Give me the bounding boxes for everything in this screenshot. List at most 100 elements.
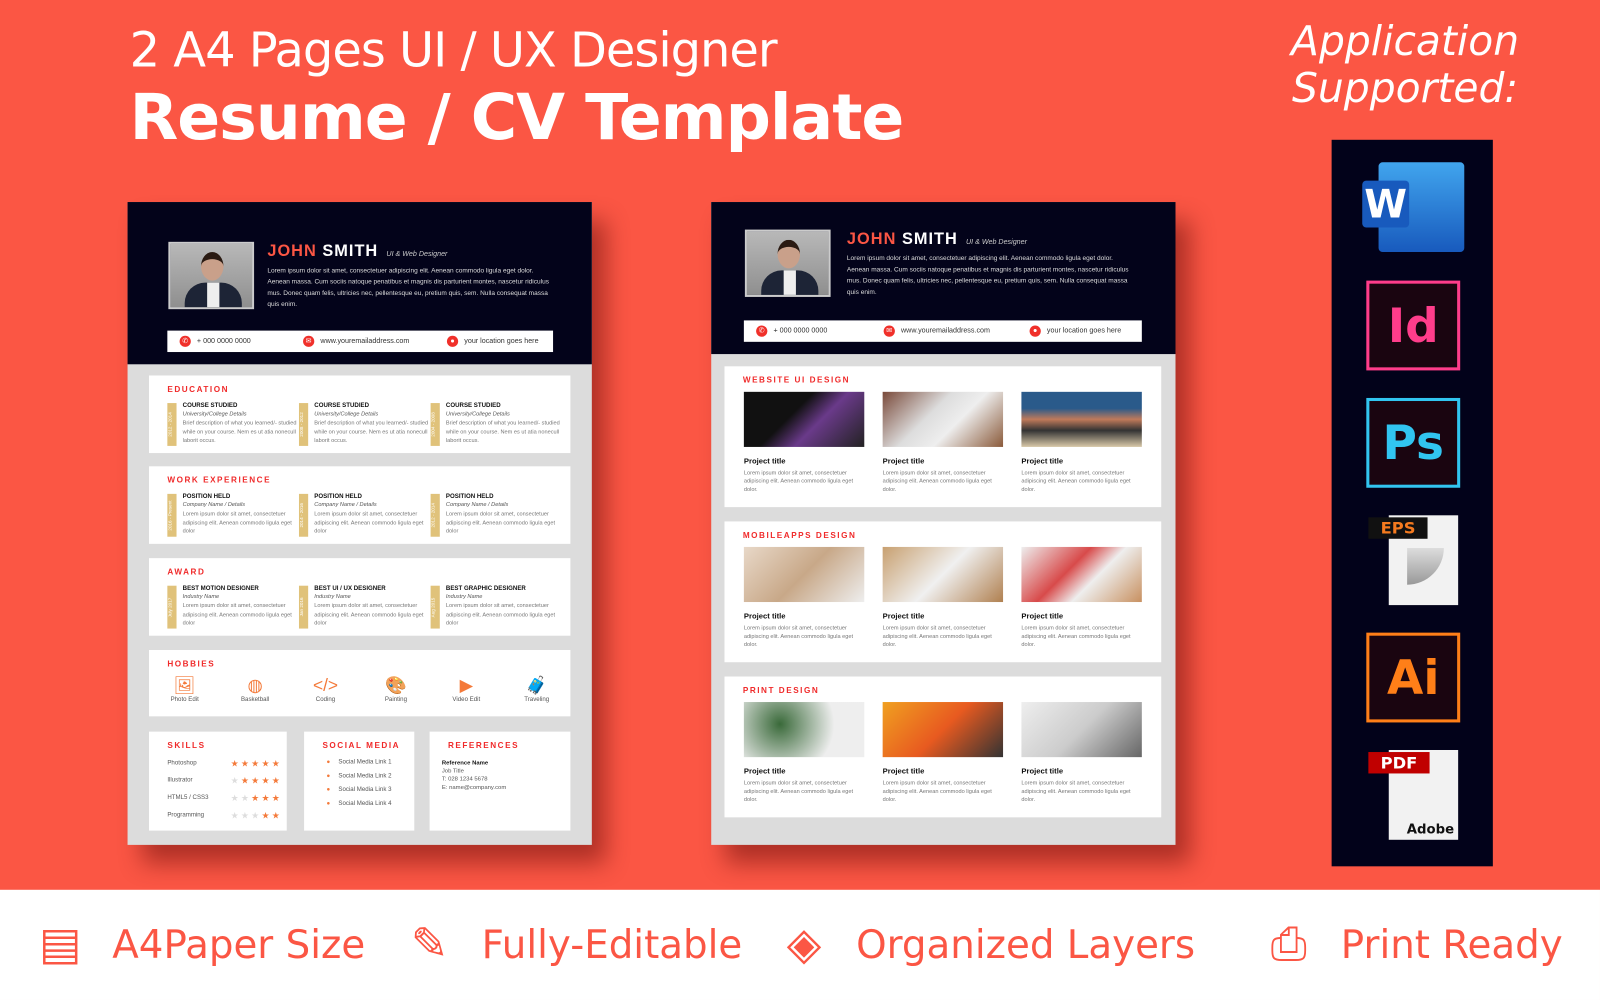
project-card[interactable]: Project title Lorem ipsum dolor sit amet,… (1021, 546, 1142, 649)
skill-label: HTML5 / CSS3 (167, 794, 209, 802)
project-card[interactable]: Project title Lorem ipsum dolor sit amet,… (882, 391, 1004, 494)
work-title: WORK EXPERIENCE (167, 475, 272, 485)
project-card[interactable]: Project title Lorem ipsum dolor sit amet,… (882, 546, 1004, 649)
social-link[interactable]: Social Media Link 1 (327, 759, 391, 765)
adobe-label: Adobe (1406, 822, 1455, 838)
item-description: Brief description of what you learned/- … (445, 420, 560, 444)
project-title: Project title (882, 456, 925, 466)
apps-panel: W Id Ps EPS Ai PDF Adobe (1331, 139, 1493, 867)
palette-icon: 🎨 (385, 675, 407, 695)
word-icon: W (1362, 162, 1465, 253)
project-card[interactable]: Project title Lorem ipsum dolor sit amet,… (743, 391, 865, 494)
profile-photo (744, 229, 831, 297)
headline-subtitle: 2 A4 Pages UI / UX Designer (129, 22, 778, 79)
skill-rating: ★★★★★ (231, 810, 282, 821)
project-card[interactable]: Project title Lorem ipsum dolor sit amet,… (743, 546, 865, 649)
item-description: Lorem ipsum dolor sit amet, consectetuer… (445, 603, 556, 627)
star-icon: ★ (230, 792, 241, 804)
project-title: Project title (743, 766, 786, 776)
headline-title: Resume / CV Template (129, 79, 905, 155)
project-card[interactable]: Project title Lorem ipsum dolor sit amet,… (1021, 391, 1142, 494)
item-title: BEST GRAPHIC DESIGNER (445, 585, 526, 592)
award-item: July 2017 BEST MOTION DESIGNER Industry Na… (167, 585, 295, 631)
date-label: Jan 2016 (298, 585, 309, 629)
feature-0: ▤ A4Paper Size (37, 918, 365, 970)
project-thumbnail (743, 391, 865, 447)
work-item: 2014 - 2016 POSITION HELD Company Name / D… (298, 493, 427, 539)
phone-text: + 000 0000 0000 (196, 337, 251, 345)
star-icon: ★ (261, 810, 272, 821)
portfolio-section: MOBILEAPPS DESIGN Project title Lorem ipsu… (724, 521, 1162, 663)
award-item: Jan 2016 BEST UI / UX DESIGNER Industry Na… (298, 585, 427, 631)
project-thumbnail (1021, 391, 1142, 447)
project-description: Lorem ipsum dolor sit amet, consectetuer… (743, 470, 854, 493)
feature-label: Organized Layers (856, 921, 1196, 967)
star-icon: ★ (251, 810, 262, 821)
contact-bar: ✆ + 000 0000 0000 ✉ www.youremailaddress.c… (167, 330, 554, 353)
project-thumbnail (1021, 546, 1142, 603)
social-link[interactable]: Social Media Link 4 (327, 801, 391, 807)
social-link[interactable]: Social Media Link 3 (327, 787, 391, 793)
item-title: POSITION HELD (182, 493, 231, 500)
award-item: Aug 2015 BEST GRAPHIC DESIGNER Industry Na… (430, 585, 559, 631)
project-title: Project title (1021, 456, 1064, 466)
hobby-label: Photo Edit (170, 696, 199, 704)
project-description: Lorem ipsum dolor sit amet, consectetuer… (743, 625, 854, 648)
references-section: REFERENCES Reference Name Job Title T: 028 … (429, 731, 571, 831)
hobby-item: ◍ Basketball (230, 674, 281, 704)
section-title: WEBSITE UI DESIGN (742, 375, 851, 385)
reference-job: Job Title (441, 768, 464, 775)
star-icon: ★ (240, 758, 252, 769)
apps-heading-line2: Supported: (1292, 65, 1519, 113)
project-card[interactable]: Project title Lorem ipsum dolor sit amet,… (743, 702, 865, 804)
illustrator-icon: Ai (1366, 632, 1461, 723)
item-title: POSITION HELD (445, 493, 494, 500)
star-icon: ★ (251, 792, 262, 804)
contact-bar: ✆ + 000 0000 0000 ✉ www.youremailaddress.c… (743, 320, 1142, 342)
hobby-label: Basketball (240, 696, 270, 704)
reference-email: E: name@company.com (441, 784, 507, 791)
portfolio-section: WEBSITE UI DESIGN Project title Lorem ipsu… (724, 366, 1162, 508)
project-thumbnail (743, 702, 865, 758)
apps-heading-line1: Application (1291, 18, 1520, 66)
item-subtitle: Company Name / Details (314, 502, 377, 509)
star-icon: ★ (271, 792, 283, 804)
feature-label: Fully-Editable (481, 921, 743, 967)
hobby-label: Coding (315, 696, 336, 704)
social-media-section: SOCIAL MEDIA Social Media Link 1 Social Me… (304, 731, 415, 831)
hobby-item: ▶ Video Edit (441, 674, 492, 704)
award-title: AWARD (167, 567, 206, 577)
item-subtitle: University/College Details (314, 411, 379, 418)
item-description: Lorem ipsum dolor sit amet, consectetuer… (314, 511, 424, 535)
video-icon: ▶ (459, 675, 473, 695)
star-icon: ★ (230, 810, 241, 821)
promo-banner: 2 A4 Pages UI / UX Designer Resume / CV … (0, 0, 1600, 1000)
project-card[interactable]: Project title Lorem ipsum dolor sit amet,… (882, 702, 1004, 804)
resume-name: JOHN SMITH UI & Web Designer (267, 242, 448, 261)
project-card[interactable]: Project title Lorem ipsum dolor sit amet,… (1021, 702, 1142, 804)
skill-rating: ★★★★★ (231, 793, 282, 804)
location-icon: ● (1029, 325, 1041, 337)
item-title: BEST MOTION DESIGNER (182, 585, 259, 592)
location-icon: ● (446, 335, 459, 347)
project-description: Lorem ipsum dolor sit amet, consectetuer… (882, 470, 992, 493)
reference-name: Reference Name (441, 760, 489, 767)
star-icon: ★ (240, 775, 252, 786)
item-title: POSITION HELD (314, 493, 362, 500)
star-icon: ★ (240, 792, 252, 804)
project-description: Lorem ipsum dolor sit amet, consectetuer… (743, 780, 854, 804)
star-icon: ★ (261, 792, 272, 804)
education-item: 2008 - 2012 COURSE STUDIED University/Coll… (298, 403, 428, 448)
social-link[interactable]: Social Media Link 2 (327, 773, 391, 779)
indesign-icon: Id (1366, 280, 1461, 371)
item-description: Lorem ipsum dolor sit amet, consectetuer… (314, 603, 424, 627)
feature-label: A4Paper Size (112, 921, 366, 967)
skill-row: HTML5 / CSS3 ★★★★★ (167, 793, 282, 804)
item-subtitle: Industry Name (445, 593, 483, 600)
skill-rating: ★★★★★ (231, 758, 282, 769)
star-icon: ★ (230, 775, 241, 786)
section-title: PRINT DESIGN (742, 685, 820, 695)
star-icon: ★ (230, 758, 241, 769)
location-text: your location goes here (464, 337, 539, 345)
skill-rating: ★★★★★ (231, 776, 282, 787)
